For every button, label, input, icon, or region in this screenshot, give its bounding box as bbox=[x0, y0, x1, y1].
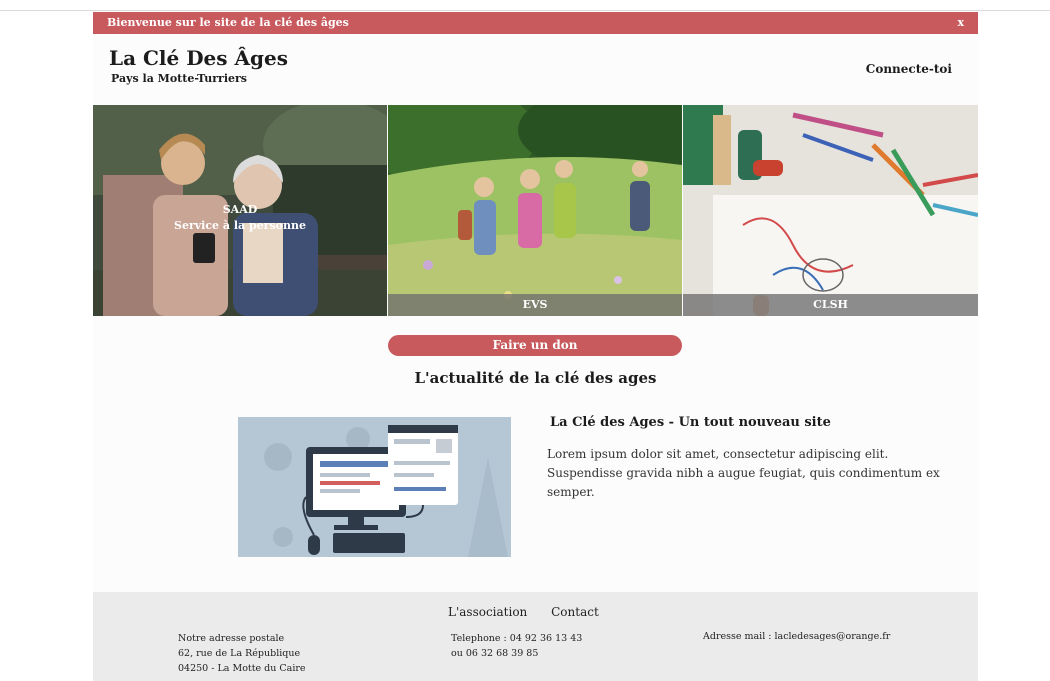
login-link[interactable]: Connecte-toi bbox=[866, 62, 952, 76]
address-label: Notre adresse postale bbox=[178, 633, 285, 644]
article-excerpt: Lorem ipsum dolor sit amet, consectetur … bbox=[547, 447, 940, 499]
page: Bienvenue sur le site de la clé des âges… bbox=[93, 12, 978, 681]
news-heading: L'actualité de la clé des ages bbox=[414, 369, 657, 387]
welcome-banner: Bienvenue sur le site de la clé des âges… bbox=[93, 12, 978, 34]
close-icon[interactable]: x bbox=[957, 12, 964, 34]
footer: L'association Contact Notre adresse post… bbox=[93, 592, 978, 681]
donate-button[interactable]: Faire un don bbox=[388, 335, 682, 356]
service-tile-clsh[interactable]: CLSH bbox=[683, 105, 978, 316]
footer-phone: Telephone : 04 92 36 13 43 ou 06 32 68 3… bbox=[451, 631, 582, 661]
footer-link-contact[interactable]: Contact bbox=[551, 605, 599, 619]
footer-email[interactable]: Adresse mail : lacledesages@orange.fr bbox=[703, 631, 890, 642]
service-tiles: SAAD Service à la personne EVS CLSH bbox=[93, 105, 978, 316]
address-city: 04250 - La Motte du Caire bbox=[178, 663, 306, 674]
top-divider bbox=[0, 10, 1050, 11]
footer-nav: L'association Contact bbox=[448, 605, 619, 619]
site-title[interactable]: La Clé Des Âges bbox=[109, 46, 288, 70]
service-title-saad: SAAD bbox=[222, 203, 258, 216]
service-tile-saad[interactable]: SAAD Service à la personne bbox=[93, 105, 387, 316]
phone-secondary: ou 06 32 68 39 85 bbox=[451, 648, 539, 659]
site-subtitle: Pays la Motte-Turriers bbox=[111, 72, 248, 85]
service-title-evs: EVS bbox=[388, 294, 682, 316]
service-title-clsh: CLSH bbox=[683, 294, 978, 316]
photo-crafts-table bbox=[683, 105, 978, 316]
footer-address: Notre adresse postale 62, rue de La Répu… bbox=[178, 631, 306, 676]
article-title[interactable]: La Clé des Ages - Un tout nouveau site bbox=[550, 415, 831, 430]
article-illustration[interactable] bbox=[238, 417, 511, 557]
phone-primary: Telephone : 04 92 36 13 43 bbox=[451, 633, 583, 644]
photo-meadow-walk bbox=[388, 105, 682, 316]
address-street: 62, rue de La République bbox=[178, 648, 301, 659]
footer-link-association[interactable]: L'association bbox=[448, 605, 527, 619]
banner-message: Bienvenue sur le site de la clé des âges bbox=[107, 16, 349, 29]
service-tile-evs[interactable]: EVS bbox=[388, 105, 682, 316]
service-subtitle-saad: Service à la personne bbox=[174, 219, 306, 232]
